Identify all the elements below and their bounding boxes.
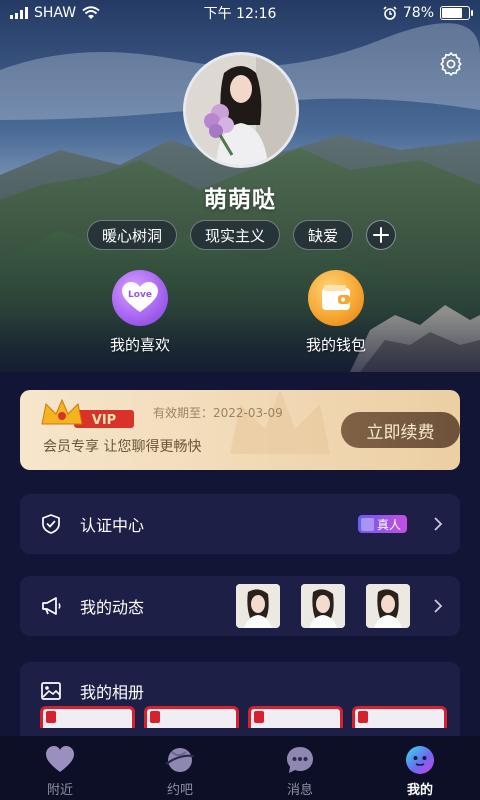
heart-love-icon: Love — [112, 270, 168, 326]
megaphone-icon — [42, 597, 61, 615]
battery-level — [442, 8, 463, 18]
tag-item[interactable]: 暖心树洞 — [87, 220, 178, 250]
battery-icon — [440, 6, 473, 20]
renew-vip-button[interactable]: 立即续费 — [341, 412, 460, 448]
nickname: 萌萌哒 — [204, 187, 276, 213]
album-photo[interactable] — [40, 706, 135, 728]
verify-center-title: 认证中心 — [80, 516, 145, 535]
my-moments-row[interactable]: 我的动态 — [20, 576, 460, 636]
smiley-face-icon — [406, 746, 434, 774]
add-tag-button[interactable] — [366, 220, 397, 250]
tab-label: 约吧 — [166, 783, 193, 798]
vip-crown-badge-icon: VIP — [41, 398, 134, 428]
vip-card[interactable]: VIP 有效期至：2022-03-09 会员专享 让您聊得更畅快 立即续费 — [20, 390, 460, 470]
real-person-badge: 真人 — [358, 515, 408, 533]
vip-expiry-date: 有效期至：2022-03-09 — [153, 406, 283, 420]
user-photo — [186, 55, 296, 165]
tab-label: 附近 — [46, 783, 73, 798]
quick-action-label: 我的喜欢 — [109, 336, 170, 354]
avatar[interactable] — [183, 52, 299, 168]
personality-tags: 暖心树洞 现实主义 缺爱 — [87, 220, 397, 250]
verify-center-row[interactable]: 认证中心 真人 — [20, 494, 460, 554]
chevron-right-icon — [434, 599, 443, 613]
tab-label: 我的 — [406, 783, 433, 798]
my-wallet-button[interactable]: 我的钱包 — [281, 270, 391, 355]
moment-thumbnail[interactable] — [236, 584, 280, 628]
my-moments-title: 我的动态 — [80, 598, 145, 617]
bottom-tab-bar: 附近 约吧 消息 我的 — [0, 736, 480, 800]
carrier-name: SHAW — [34, 5, 77, 21]
chevron-right-icon — [434, 517, 443, 531]
my-moments-card[interactable]: 我的动态 — [20, 576, 460, 636]
wifi-icon — [82, 6, 100, 19]
tab-messages[interactable]: 消息 — [240, 736, 360, 800]
planet-icon — [165, 748, 195, 772]
my-album-title: 我的相册 — [80, 683, 145, 702]
album-photos — [40, 706, 447, 728]
wallet-icon — [308, 270, 364, 326]
battery-percent: 78% — [402, 5, 434, 21]
heart-icon — [46, 746, 74, 772]
shield-check-icon — [42, 514, 60, 534]
tab-nearby[interactable]: 附近 — [0, 736, 120, 800]
verify-center-card[interactable]: 认证中心 真人 — [20, 494, 460, 554]
moments-thumbnails — [236, 584, 410, 628]
tab-dating[interactable]: 约吧 — [120, 736, 240, 800]
tag-item[interactable]: 现实主义 — [190, 220, 281, 250]
tab-me[interactable]: 我的 — [360, 736, 480, 800]
tab-label: 消息 — [286, 783, 313, 798]
signal-icon — [10, 7, 28, 19]
my-likes-button[interactable]: Love 我的喜欢 — [85, 270, 195, 355]
tag-item[interactable]: 缺爱 — [293, 220, 354, 250]
album-photo[interactable] — [352, 706, 447, 728]
quick-action-label: 我的钱包 — [305, 336, 366, 354]
settings-gear-icon[interactable] — [438, 50, 464, 76]
image-icon — [41, 682, 61, 700]
status-bar: SHAW 下午 12:16 78% — [0, 0, 480, 26]
status-right: 78% — [383, 5, 473, 21]
vip-badge-text: VIP — [92, 413, 116, 428]
plus-icon — [373, 227, 390, 243]
chat-bubble-icon — [287, 747, 313, 773]
status-left: SHAW — [10, 5, 100, 21]
person-icon — [361, 517, 374, 531]
my-album-card[interactable]: 我的相册 — [20, 662, 460, 742]
moment-thumbnail[interactable] — [301, 584, 345, 628]
vip-description: 会员专享 让您聊得更畅快 — [43, 439, 202, 455]
album-photo[interactable] — [248, 706, 343, 728]
album-photo[interactable] — [144, 706, 239, 728]
real-person-badge-label: 真人 — [377, 517, 402, 532]
alarm-icon — [383, 6, 397, 20]
crown-watermark-icon — [230, 390, 330, 454]
moment-thumbnail[interactable] — [366, 584, 410, 628]
love-icon-text: Love — [128, 290, 152, 300]
hero-fade-overlay — [0, 312, 480, 372]
